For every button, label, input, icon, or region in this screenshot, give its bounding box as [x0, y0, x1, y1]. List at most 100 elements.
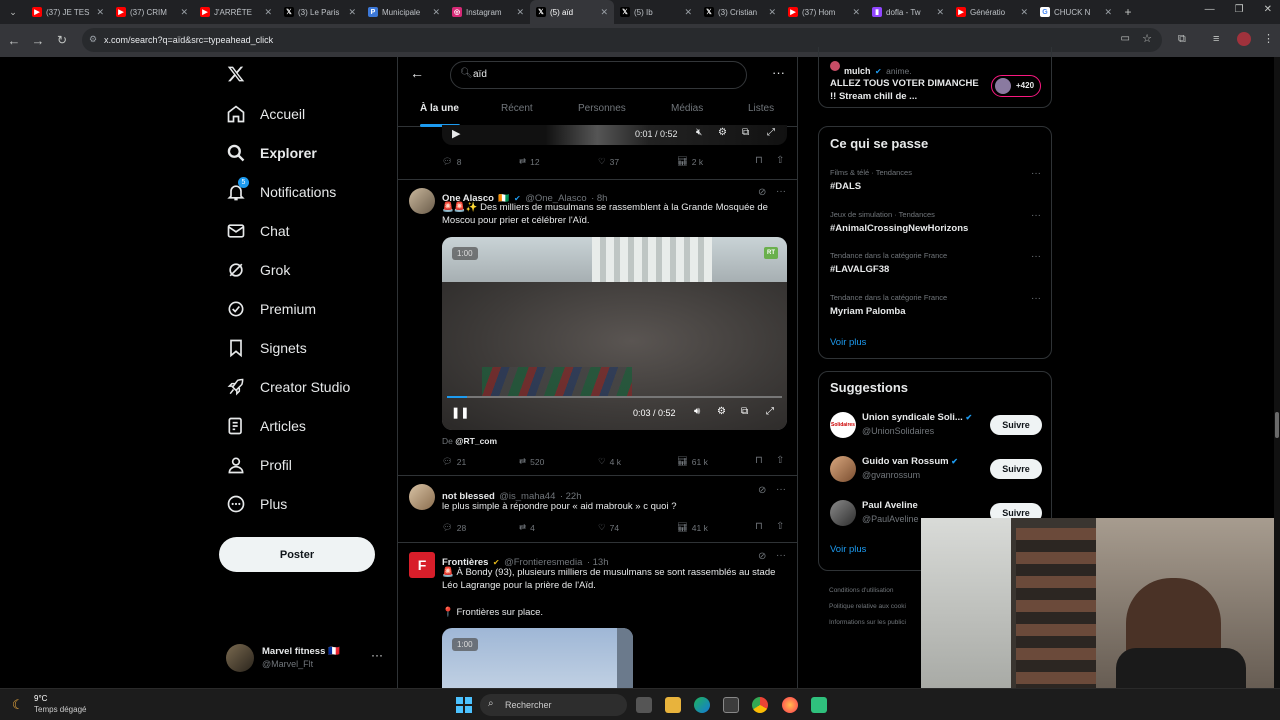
close-tab-icon[interactable]: ✕	[96, 7, 104, 18]
close-tab-icon[interactable]: ✕	[768, 7, 776, 18]
nav-explore[interactable]: Explorer	[226, 141, 317, 165]
browser-tab[interactable]: P Municipale ✕	[362, 0, 446, 24]
retweet-button[interactable]: ⇄ 4	[519, 522, 535, 533]
tab-search-icon[interactable]: ⌄	[0, 7, 26, 18]
pip-icon[interactable]: ⧉	[741, 406, 748, 417]
play-icon[interactable]: ▶	[452, 127, 460, 140]
close-tab-icon[interactable]: ✕	[1104, 7, 1112, 18]
close-tab-icon[interactable]: ✕	[516, 7, 524, 18]
account-switcher[interactable]: Marvel fitness 🇫🇷 @Marvel_Flt ···	[226, 642, 396, 674]
tab-top[interactable]: À la une	[420, 103, 459, 114]
browser-tab[interactable]: 𝕏 (5) aïd ✕	[530, 0, 614, 24]
suggestion-item[interactable]: Solidaires Union syndicale Soli... ✔ @Un…	[819, 410, 1051, 442]
footer-ads-info[interactable]: Informations sur les publici	[829, 615, 906, 631]
footer-terms[interactable]: Conditions d'utilisation	[829, 583, 906, 599]
chrome-icon[interactable]	[752, 697, 768, 713]
suggestions-show-more[interactable]: Voir plus	[830, 544, 866, 555]
like-button[interactable]: ♡ 74	[598, 522, 619, 533]
edge-icon[interactable]	[694, 697, 710, 713]
fullscreen-icon[interactable]: ⤢	[766, 406, 774, 417]
close-tab-icon[interactable]: ✕	[432, 7, 440, 18]
views-button[interactable]: 📊︎ 2 k	[677, 156, 703, 167]
trend-item[interactable]: Jeux de simulation · Tendances #AnimalCr…	[819, 207, 1051, 247]
tweet-one-alasco[interactable]: One Alasco 🇨🇮 ✔ @One_Alasco · 8h ⊘ ··· 🚨…	[398, 180, 797, 476]
x-logo-icon[interactable]	[227, 65, 245, 83]
weather-desc[interactable]: Temps dégagé	[34, 705, 86, 714]
scrollbar-thumb[interactable]	[1275, 412, 1279, 438]
search-options-icon[interactable]: ···	[772, 65, 785, 80]
minimize-icon[interactable]: —	[1205, 4, 1215, 15]
search-box[interactable]: 🔍︎ aïd	[450, 61, 747, 89]
tab-latest[interactable]: Récent	[501, 103, 533, 114]
suggestion-item[interactable]: Guido van Rossum ✔ @gvanrossum Suivre	[819, 454, 1051, 486]
profile-avatar[interactable]	[1237, 32, 1251, 46]
reload-icon[interactable]: ↻	[50, 33, 74, 47]
browser-tab[interactable]: 𝕏 (3) Le Paris ✕	[278, 0, 362, 24]
tab-people[interactable]: Personnes	[578, 103, 626, 114]
mute-icon[interactable]: 🔇︎	[696, 127, 702, 138]
close-tab-icon[interactable]: ✕	[264, 7, 272, 18]
post-button[interactable]: Poster	[219, 537, 375, 572]
nav-notifications[interactable]: Notifications 5	[226, 177, 336, 204]
trends-show-more[interactable]: Voir plus	[830, 337, 866, 348]
nav-bookmarks[interactable]: Signets	[226, 336, 307, 360]
browser-tab[interactable]: ▶ J'ARRÊTE ✕	[194, 0, 278, 24]
browser-tab[interactable]: ▮ dofla - Tw ✕	[866, 0, 950, 24]
avatar[interactable]	[409, 484, 435, 510]
browser-tab[interactable]: ▶ (37) CRIM ✕	[110, 0, 194, 24]
browser-tab[interactable]: ▶ (37) JE TES ✕	[26, 0, 110, 24]
back-arrow-icon[interactable]: ←	[410, 65, 424, 81]
tab-lists[interactable]: Listes	[748, 103, 774, 114]
tab-groups-icon[interactable]: ≡	[1213, 33, 1219, 45]
bookmark-tweet-icon[interactable]: ⊓	[755, 455, 763, 466]
close-tab-icon[interactable]: ✕	[1020, 7, 1028, 18]
bookmark-star-icon[interactable]: ☆	[1142, 32, 1152, 45]
tweet-partial[interactable]: ▶ 0:01 / 0:52 🔇︎ ⚙ ⧉ ⤢ 💬︎ 8 ⇄ 12 ♡ 37 📊︎ 2 k…	[398, 125, 797, 180]
nav-articles[interactable]: Articles	[226, 414, 306, 438]
frontieres-logo[interactable]: F	[409, 552, 435, 578]
nav-chat[interactable]: Chat	[226, 219, 290, 243]
tweet-more-icon[interactable]: ···	[776, 186, 786, 197]
chat-app-icon[interactable]	[811, 697, 827, 713]
share-icon[interactable]: ⇧	[776, 455, 784, 466]
browser-tab[interactable]: ▶ Génératio ✕	[950, 0, 1034, 24]
follow-button[interactable]: Suivre	[990, 415, 1042, 435]
nav-more[interactable]: Plus	[226, 492, 287, 516]
share-icon[interactable]: ⇧	[776, 521, 784, 532]
maximize-icon[interactable]: ❐	[1235, 4, 1244, 15]
new-tab-icon[interactable]: +	[1118, 5, 1138, 19]
close-tab-icon[interactable]: ✕	[684, 7, 692, 18]
tweet-more-icon[interactable]: ···	[776, 550, 786, 561]
browser-tab[interactable]: ▶ (37) Hom ✕	[782, 0, 866, 24]
browser-tab[interactable]: G CHUCK N ✕	[1034, 0, 1118, 24]
bookmark-tweet-icon[interactable]: ⊓	[755, 521, 763, 532]
retweet-button[interactable]: ⇄ 520	[519, 456, 544, 467]
close-window-icon[interactable]: ✕	[1264, 4, 1272, 15]
views-button[interactable]: 📊︎ 41 k	[677, 522, 708, 533]
views-button[interactable]: 📊︎ 61 k	[677, 456, 708, 467]
video-player[interactable]: 1:00 RT ❚❚ 0:03 / 0:52 🔊︎ ⚙ ⧉ ⤢	[442, 237, 787, 430]
cast-icon[interactable]: ▭	[1121, 33, 1130, 44]
browser-tab[interactable]: 𝕏 (3) Cristian ✕	[698, 0, 782, 24]
page-scrollbar[interactable]	[1274, 57, 1280, 688]
reply-button[interactable]: 💬︎ 21	[442, 456, 466, 467]
pip-icon[interactable]: ⧉	[742, 127, 749, 138]
settings-icon[interactable]: ⚙	[718, 127, 727, 138]
nav-home[interactable]: Accueil	[226, 102, 305, 126]
grok-tweet-icon[interactable]: ⊘	[758, 551, 766, 562]
volume-icon[interactable]: 🔊︎	[694, 406, 700, 417]
avatar[interactable]	[409, 188, 435, 214]
account-more-icon[interactable]: ···	[371, 648, 383, 662]
close-tab-icon[interactable]: ✕	[348, 7, 356, 18]
live-card[interactable]: mulch ✔ anime. ALLEZ TOUS VOTER DIMANCHE…	[818, 47, 1052, 108]
bookmark-tweet-icon[interactable]: ⊓	[755, 155, 763, 166]
trend-more-icon[interactable]: ···	[1031, 210, 1041, 221]
source-link[interactable]: @RT_com	[455, 436, 497, 446]
close-tab-icon[interactable]: ✕	[936, 7, 944, 18]
forward-icon[interactable]: →	[26, 33, 50, 48]
file-explorer-icon[interactable]	[665, 697, 681, 713]
tweet-more-icon[interactable]: ···	[776, 484, 786, 495]
nav-creator-studio[interactable]: Creator Studio	[226, 375, 350, 399]
retweet-button[interactable]: ⇄ 12	[519, 156, 540, 167]
grok-tweet-icon[interactable]: ⊘	[758, 187, 766, 198]
